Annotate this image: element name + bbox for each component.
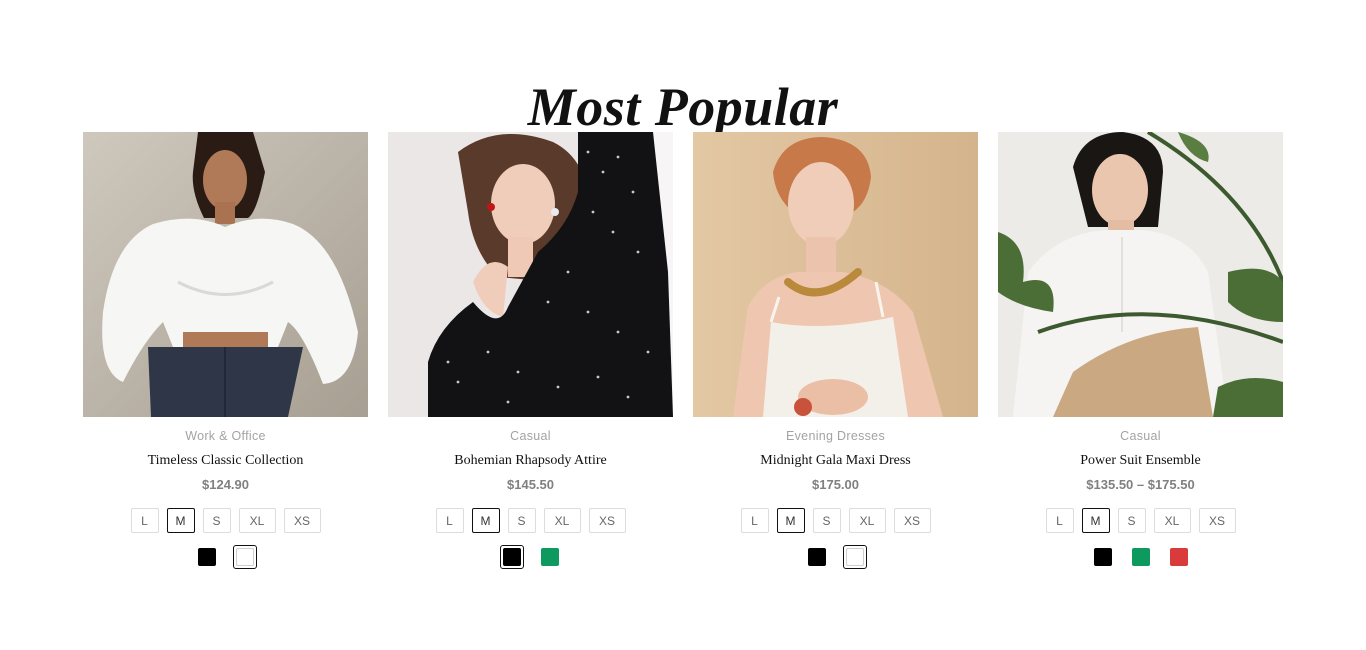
product-price: $175.00 bbox=[812, 477, 859, 492]
product-photo-illustration bbox=[83, 132, 368, 417]
product-name[interactable]: Timeless Classic Collection bbox=[83, 453, 368, 469]
product-grid: Work & Office Timeless Classic Collectio… bbox=[83, 132, 1283, 592]
size-options: L M S XL XS bbox=[998, 508, 1283, 533]
product-photo-illustration bbox=[998, 132, 1283, 417]
product-category[interactable]: Casual bbox=[388, 429, 673, 443]
color-swatch-green[interactable] bbox=[538, 545, 562, 569]
product-image[interactable] bbox=[693, 132, 978, 417]
size-option-m[interactable]: M bbox=[471, 508, 500, 533]
size-option-l[interactable]: L bbox=[740, 508, 769, 533]
size-option-l[interactable]: L bbox=[435, 508, 464, 533]
size-option-m[interactable]: M bbox=[776, 508, 805, 533]
size-option-xs[interactable]: XS bbox=[588, 508, 626, 533]
size-option-xs[interactable]: XS bbox=[893, 508, 931, 533]
size-options: L M S XL XS bbox=[83, 508, 368, 533]
size-option-m[interactable]: M bbox=[166, 508, 195, 533]
size-options: L M S XL XS bbox=[693, 508, 978, 533]
size-option-xs[interactable]: XS bbox=[1198, 508, 1236, 533]
product-category[interactable]: Evening Dresses bbox=[693, 429, 978, 443]
product-image[interactable] bbox=[83, 132, 368, 417]
size-options: L M S XL XS bbox=[388, 508, 673, 533]
color-options bbox=[83, 545, 368, 569]
size-option-s[interactable]: S bbox=[1117, 508, 1146, 533]
color-swatch-black[interactable] bbox=[499, 545, 524, 569]
color-options bbox=[998, 545, 1283, 569]
product-name[interactable]: Bohemian Rhapsody Attire bbox=[388, 453, 673, 469]
product-photo-illustration bbox=[388, 132, 673, 417]
product-name[interactable]: Power Suit Ensemble bbox=[998, 453, 1283, 469]
size-option-s[interactable]: S bbox=[507, 508, 536, 533]
color-options bbox=[388, 545, 673, 569]
size-option-s[interactable]: S bbox=[202, 508, 231, 533]
size-option-xl[interactable]: XL bbox=[238, 508, 276, 533]
product-name[interactable]: Midnight Gala Maxi Dress bbox=[693, 453, 978, 469]
color-swatch-black[interactable] bbox=[195, 545, 219, 569]
product-price: $145.50 bbox=[507, 477, 554, 492]
product-card[interactable]: Evening Dresses Midnight Gala Maxi Dress… bbox=[693, 132, 978, 592]
product-card[interactable]: Casual Bohemian Rhapsody Attire $145.50 … bbox=[388, 132, 673, 592]
size-option-s[interactable]: S bbox=[812, 508, 841, 533]
product-price: $135.50 – $175.50 bbox=[1086, 477, 1195, 492]
size-option-m[interactable]: M bbox=[1081, 508, 1110, 533]
product-category[interactable]: Work & Office bbox=[83, 429, 368, 443]
product-photo-illustration bbox=[693, 132, 978, 417]
color-swatch-black[interactable] bbox=[1091, 545, 1115, 569]
product-category[interactable]: Casual bbox=[998, 429, 1283, 443]
color-options bbox=[693, 545, 978, 569]
size-option-xs[interactable]: XS bbox=[283, 508, 321, 533]
size-option-l[interactable]: L bbox=[1045, 508, 1074, 533]
product-card[interactable]: Work & Office Timeless Classic Collectio… bbox=[83, 132, 368, 592]
product-image[interactable] bbox=[998, 132, 1283, 417]
size-option-l[interactable]: L bbox=[130, 508, 159, 533]
size-option-xl[interactable]: XL bbox=[848, 508, 886, 533]
product-card[interactable]: Casual Power Suit Ensemble $135.50 – $17… bbox=[998, 132, 1283, 592]
color-swatch-green[interactable] bbox=[1129, 545, 1153, 569]
size-option-xl[interactable]: XL bbox=[1153, 508, 1191, 533]
color-swatch-white[interactable] bbox=[232, 545, 257, 569]
product-price: $124.90 bbox=[202, 477, 249, 492]
color-swatch-black[interactable] bbox=[805, 545, 829, 569]
color-swatch-red[interactable] bbox=[1167, 545, 1191, 569]
size-option-xl[interactable]: XL bbox=[543, 508, 581, 533]
color-swatch-white[interactable] bbox=[842, 545, 867, 569]
product-image[interactable] bbox=[388, 132, 673, 417]
